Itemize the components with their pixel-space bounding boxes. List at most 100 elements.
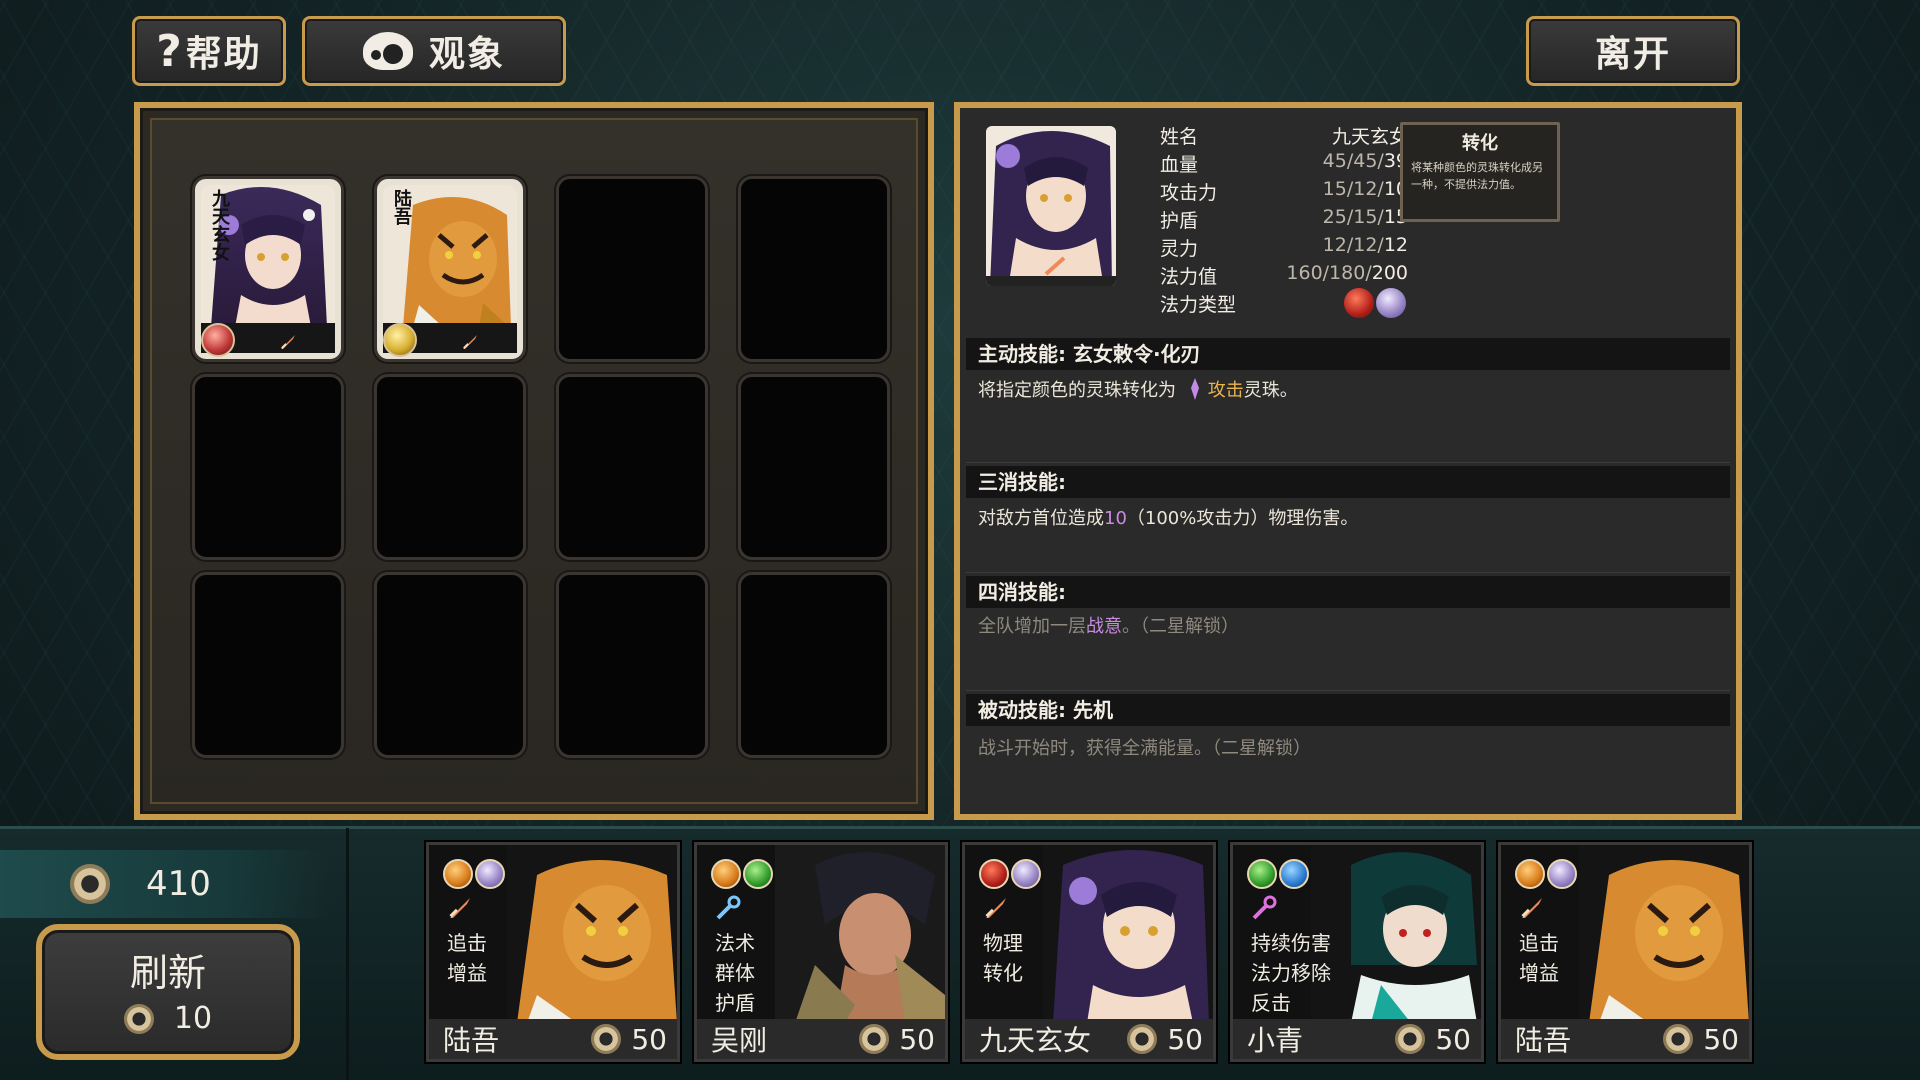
sword-icon — [985, 898, 1006, 918]
question-icon: ? — [156, 25, 184, 77]
stat-value: 25/15/15 — [1322, 206, 1408, 228]
roster-slot-empty[interactable] — [556, 374, 708, 560]
divider — [966, 462, 1730, 463]
roster-slot-hero-1[interactable]: 九天玄女 — [192, 176, 344, 362]
tag: 法术 — [715, 931, 755, 955]
stat-hp: 血量 45/45/39 — [1160, 150, 1408, 178]
roster-slot-empty[interactable] — [556, 572, 708, 758]
shop-card-xiaoqing[interactable]: 持续伤害 法力移除 反击 小青 50 — [1230, 842, 1484, 1062]
orange-orb-icon — [711, 859, 741, 889]
divider — [966, 690, 1730, 691]
tag: 反击 — [1251, 991, 1291, 1015]
shop-card-luwu[interactable]: 追击 增益 陆吾 50 — [426, 842, 680, 1062]
observe-button[interactable]: 观象 — [302, 16, 566, 86]
price: 50 — [859, 1023, 935, 1056]
stat-label: 血量 — [1160, 154, 1199, 176]
convert-tag-box: 转化 将某种颜色的灵珠转化成另一种，不提供法力值。 — [1400, 122, 1560, 222]
stat-label: 灵力 — [1160, 238, 1199, 260]
gold-counter: 410 — [0, 850, 330, 918]
coin-icon — [1395, 1024, 1426, 1054]
shop-card-footer: 陆吾 50 — [429, 1019, 677, 1059]
refresh-cost: 10 — [42, 1001, 294, 1036]
shop-card-jiutianxuannv[interactable]: 物理 转化 九天玄女 50 — [962, 842, 1216, 1062]
leave-button[interactable]: 离开 — [1526, 16, 1740, 86]
price: 50 — [591, 1023, 667, 1056]
stat-value: 九天玄女 — [1331, 126, 1408, 148]
leave-label: 离开 — [1594, 34, 1671, 75]
divider — [346, 828, 349, 1080]
orange-orb-icon — [443, 859, 473, 889]
hero-name: 九天玄女 — [209, 189, 230, 261]
roster-slot-empty[interactable] — [738, 572, 890, 758]
red-orb-icon — [979, 859, 1009, 889]
stat-label: 法力类型 — [1160, 294, 1237, 316]
hero-name: 陆吾 — [1515, 1024, 1572, 1057]
tag: 增益 — [1519, 961, 1559, 985]
purple-orb-icon — [475, 859, 505, 889]
sword-icon — [1521, 898, 1542, 918]
coin-icon — [1663, 1024, 1694, 1054]
match3-skill-desc: 对敌方首位造成10（100%攻击力）物理伤害。 — [978, 508, 1359, 529]
roster-slot-hero-2[interactable]: 陆吾 — [374, 176, 526, 362]
tag: 物理 — [983, 931, 1023, 955]
roster-slot-empty[interactable] — [192, 374, 344, 560]
roster-slot-empty[interactable] — [374, 374, 526, 560]
refresh-button[interactable]: 刷新 10 — [36, 924, 300, 1060]
stat-value: 45/45/39 — [1322, 150, 1408, 172]
gold-amount: 410 — [146, 864, 211, 904]
stat-value: 15/12/10 — [1322, 178, 1408, 200]
shop-card-luwu-2[interactable]: 追击 增益 陆吾 50 — [1498, 842, 1752, 1062]
stat-name: 姓名 九天玄女 — [1160, 122, 1408, 150]
match4-skill-desc: 全队增加一层战意。（二星解锁） — [978, 616, 1239, 637]
coin-icon — [859, 1024, 890, 1054]
stat-mana-type: 法力类型 — [1160, 288, 1408, 318]
stat-shield: 护盾 25/15/15 — [1160, 206, 1408, 234]
coin-icon — [591, 1024, 622, 1054]
green-orb-icon — [743, 859, 773, 889]
active-skill-desc: 将指定颜色的灵珠转化为 攻击灵珠。 — [978, 378, 1298, 401]
match3-skill-head: 三消技能: — [966, 466, 1730, 498]
purple-orb-icon — [1547, 859, 1577, 889]
roster-slot-empty[interactable] — [738, 176, 890, 362]
shop-card-footer: 吴刚 50 — [697, 1019, 945, 1059]
shop-card-wugang[interactable]: 法术 群体 护盾 吴刚 50 — [694, 842, 948, 1062]
roster-grid: 九天玄女 陆吾 — [150, 118, 918, 804]
refresh-label: 刷新 — [129, 951, 206, 995]
roster-slot-empty[interactable] — [192, 572, 344, 758]
tag: 持续伤害 — [1251, 931, 1331, 955]
coin-icon — [70, 864, 110, 904]
observe-icon — [362, 32, 413, 70]
purple-orb-icon — [1011, 859, 1041, 889]
green-orb-icon — [1247, 859, 1277, 889]
price: 50 — [1127, 1023, 1203, 1056]
sword-icon — [281, 335, 295, 349]
observe-label: 观象 — [428, 34, 505, 75]
tag: 增益 — [447, 961, 487, 985]
wand-icon — [716, 895, 741, 920]
roster-slot-empty[interactable] — [374, 572, 526, 758]
passive-skill-desc: 战斗开始时，获得全满能量。（二星解锁） — [978, 738, 1311, 759]
tag: 转化 — [983, 961, 1023, 985]
convert-desc: 将某种颜色的灵珠转化成另一种，不提供法力值。 — [1411, 161, 1543, 191]
roster-slot-empty[interactable] — [556, 176, 708, 362]
roster-slot-empty[interactable] — [738, 374, 890, 560]
help-button[interactable]: ? 帮助 — [132, 16, 286, 86]
tag: 追击 — [1519, 931, 1559, 955]
stat-value: 160/180/200 — [1286, 262, 1408, 284]
hero-name: 陆吾 — [443, 1024, 500, 1057]
attack-orb-icon — [1190, 378, 1199, 400]
help-label: 帮助 — [185, 34, 262, 75]
tag: 追击 — [447, 931, 487, 955]
red-swirl-orb-icon — [201, 323, 235, 357]
passive-skill-head: 被动技能: 先机 — [966, 694, 1730, 726]
hero-detail-panel: 姓名 九天玄女 血量 45/45/39 攻击力 15/12/10 护盾 25/1… — [954, 102, 1742, 820]
price: 50 — [1395, 1023, 1471, 1056]
purple-orb-icon — [1376, 288, 1406, 318]
coin-icon — [123, 1003, 154, 1034]
tag: 护盾 — [715, 991, 755, 1015]
yellow-swirl-orb-icon — [383, 323, 417, 357]
hero-name: 吴刚 — [711, 1024, 768, 1057]
stat-value: 12/12/12 — [1322, 234, 1408, 256]
hero-name: 九天玄女 — [979, 1024, 1092, 1057]
stat-spirit: 灵力 12/12/12 — [1160, 234, 1408, 262]
